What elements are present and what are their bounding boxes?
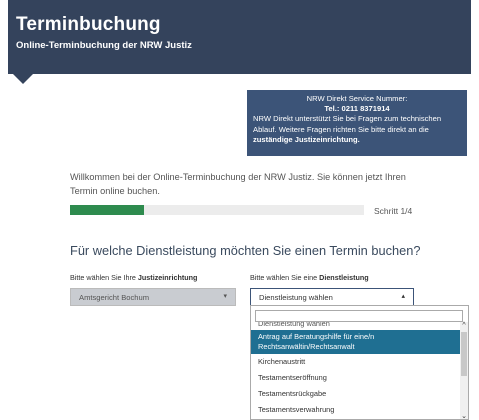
dropdown-option[interactable]: Testamentsrückgabe: [251, 386, 460, 402]
dropdown-option[interactable]: Testamentsverwahrung: [251, 402, 460, 418]
step-indicator: Schritt 1/4: [374, 206, 413, 216]
dropdown-option[interactable]: Dienstleistung wählen: [251, 322, 460, 330]
scrollbar-thumb[interactable]: [461, 332, 467, 376]
service-select[interactable]: Dienstleistung wählen ▴: [250, 288, 414, 306]
info-line: NRW Direkt unterstützt Sie bei Fragen zu…: [253, 114, 442, 124]
page-header: Terminbuchung Online-Terminbuchung der N…: [8, 0, 471, 74]
justice-select-value: Amtsgericht Bochum: [79, 293, 150, 302]
service-question: Für welche Dienstleistung möchten Sie ei…: [70, 243, 421, 258]
scroll-down-icon[interactable]: ⌄: [460, 412, 468, 419]
service-select-label: Bitte wählen Sie eine Dienstleistung: [250, 273, 369, 282]
scroll-up-icon[interactable]: ^: [460, 322, 468, 329]
chevron-up-icon: ▴: [401, 293, 405, 300]
page-subtitle: Online-Terminbuchung der NRW Justiz: [16, 40, 192, 51]
dropdown-scrollbar[interactable]: ^ ⌄: [460, 322, 468, 419]
dropdown-option[interactable]: Kirchenaustritt: [251, 354, 460, 370]
progress-bar: [70, 205, 364, 215]
service-info-box: NRW Direkt Service Nummer: Tel.: 0211 83…: [247, 90, 467, 156]
justice-select-label: Bitte wählen Sie Ihre Justizeinrichtung: [70, 273, 198, 282]
page-title: Terminbuchung: [16, 14, 161, 35]
chevron-down-icon: ▾: [223, 293, 227, 300]
service-number-label: NRW Direkt Service Nummer:: [306, 94, 408, 103]
service-phone[interactable]: Tel.: 0211 8371914: [324, 104, 389, 113]
dropdown-option[interactable]: Testamentseröffnung: [251, 370, 460, 386]
dropdown-option-highlighted[interactable]: Antrag auf Beratungshilfe für eine/n Rec…: [251, 330, 460, 354]
header-notch: [13, 74, 33, 84]
justice-select[interactable]: Amtsgericht Bochum ▾: [70, 288, 236, 306]
dropdown-list: Dienstleistung wählen Antrag auf Beratun…: [251, 322, 460, 418]
progress-fill: [70, 205, 144, 215]
info-line: Ablauf. Weitere Fragen richten Sie bitte…: [253, 124, 429, 134]
service-select-value: Dienstleistung wählen: [259, 293, 333, 302]
service-dropdown: Dienstleistung wählen Antrag auf Beratun…: [250, 305, 469, 420]
welcome-text: Willkommen bei der Online-Terminbuchung …: [70, 172, 406, 196]
dropdown-search-input[interactable]: [255, 310, 463, 322]
info-line-bold: zuständige Justizeinrichtung.: [253, 134, 360, 144]
